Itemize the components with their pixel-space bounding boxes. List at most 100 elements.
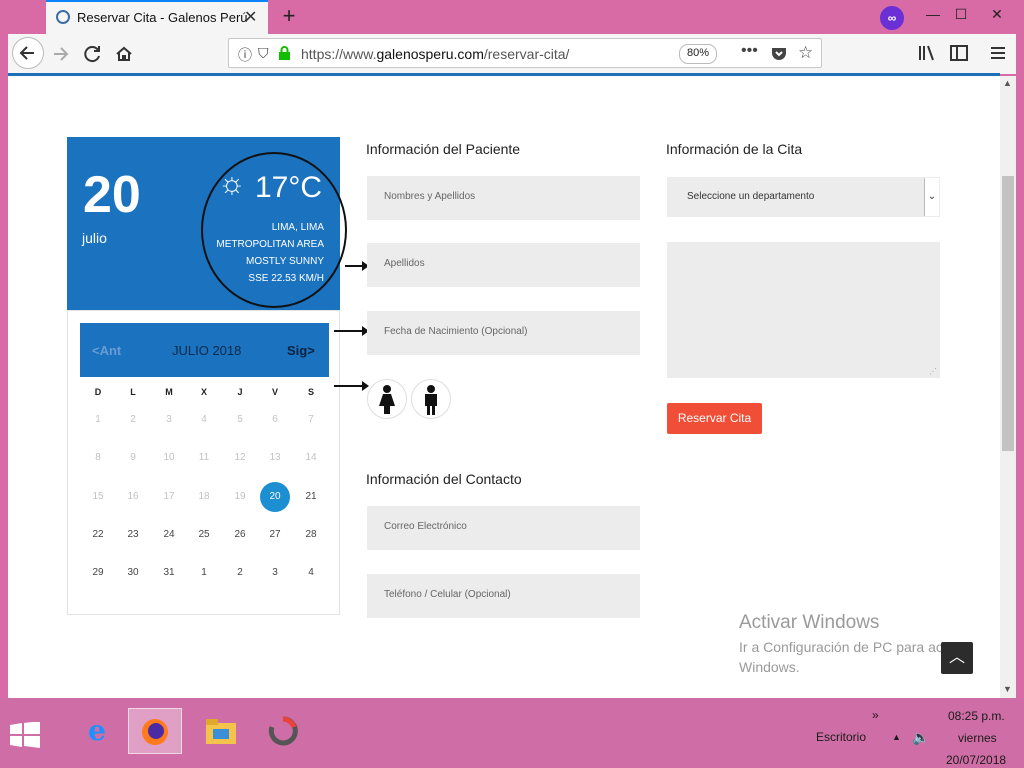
info-icon[interactable]: ⓘ <box>238 45 252 65</box>
menu-icon[interactable] <box>990 45 1006 66</box>
annotation-arrow <box>345 261 369 271</box>
app-icon[interactable] <box>256 708 310 754</box>
calendar-day-selected[interactable]: 20 <box>260 482 290 512</box>
chevron-down-icon[interactable]: ⌄ <box>924 178 939 216</box>
name-input[interactable]: Nombres y Apellidos <box>367 176 640 220</box>
calendar-day[interactable]: 11 <box>189 443 219 473</box>
scroll-to-top-button[interactable]: ︿ <box>941 642 973 674</box>
name-placeholder: Nombres y Apellidos <box>384 191 476 202</box>
calendar-day[interactable]: 19 <box>225 482 255 512</box>
phone-input[interactable]: Teléfono / Celular (Opcional) <box>367 574 640 618</box>
file-explorer-icon[interactable] <box>194 708 248 754</box>
calendar-day[interactable]: 14 <box>296 443 326 473</box>
calendar-day[interactable]: 18 <box>189 482 219 512</box>
tray-expand-icon[interactable]: » <box>872 708 879 722</box>
calendar-weekday: L <box>130 387 136 397</box>
message-textarea[interactable]: ⋰ <box>667 242 940 378</box>
pocket-icon[interactable] <box>771 45 787 66</box>
weather-day: 20 <box>83 166 141 224</box>
scroll-up-icon[interactable]: ▲ <box>1003 78 1012 88</box>
calendar-day[interactable]: 2 <box>118 405 148 435</box>
calendar-prev-button[interactable]: <Ant <box>92 343 121 358</box>
scrollbar-thumb[interactable] <box>1002 176 1014 451</box>
browser-tab[interactable]: Reservar Cita - Galenos Perú ✕ <box>46 0 268 34</box>
tray-chevron-icon[interactable]: ▲ <box>892 732 901 742</box>
calendar-month-label: JULIO 2018 <box>172 343 242 358</box>
department-select[interactable]: Seleccione un departamento ⌄ <box>667 177 940 217</box>
calendar-day[interactable]: 7 <box>296 405 326 435</box>
calendar-day[interactable]: 27 <box>260 520 290 550</box>
calendar-day[interactable]: 21 <box>296 482 326 512</box>
calendar-day[interactable]: 8 <box>83 443 113 473</box>
calendar-weekday: J <box>237 387 243 397</box>
sidebar-icon[interactable] <box>950 45 968 66</box>
zoom-indicator[interactable]: 80% <box>679 44 717 64</box>
more-icon[interactable]: ••• <box>741 42 758 60</box>
calendar-day[interactable]: 13 <box>260 443 290 473</box>
calendar-day[interactable]: 23 <box>118 520 148 550</box>
volume-icon[interactable]: 🔈 <box>912 729 929 746</box>
calendar-day[interactable]: 29 <box>83 558 113 588</box>
calendar-day[interactable]: 4 <box>189 405 219 435</box>
windows-start-icon[interactable] <box>10 721 40 753</box>
back-button[interactable] <box>12 37 44 69</box>
birthdate-input[interactable]: Fecha de Nacimiento (Opcional) <box>367 311 640 355</box>
page-scrollbar[interactable]: ▲ ▼ <box>1000 76 1016 698</box>
calendar-day[interactable]: 22 <box>83 520 113 550</box>
reload-button[interactable] <box>78 39 108 69</box>
maximize-button[interactable]: ☐ <box>946 3 976 27</box>
clock-date[interactable]: 20/07/2018 <box>946 753 1006 767</box>
calendar-day[interactable]: 1 <box>189 558 219 588</box>
calendar-next-button[interactable]: Sig> <box>287 343 315 358</box>
calendar-day[interactable]: 9 <box>118 443 148 473</box>
minimize-button[interactable]: — <box>918 3 948 27</box>
calendar-day[interactable]: 2 <box>225 558 255 588</box>
close-tab-icon[interactable]: ✕ <box>244 7 257 27</box>
forward-button[interactable] <box>46 39 76 69</box>
calendar-day[interactable]: 12 <box>225 443 255 473</box>
shield-icon[interactable]: ⛉ <box>258 45 269 62</box>
surname-input[interactable]: Apellidos <box>367 243 640 287</box>
male-button[interactable] <box>411 379 451 419</box>
calendar-day[interactable]: 3 <box>260 558 290 588</box>
department-select-value: Seleccione un departamento <box>687 191 815 202</box>
new-tab-button[interactable]: + <box>277 3 301 29</box>
clock-weekday[interactable]: viernes <box>958 731 997 745</box>
calendar-day[interactable]: 3 <box>154 405 184 435</box>
ie-icon[interactable]: e <box>70 708 124 754</box>
calendar-day[interactable]: 25 <box>189 520 219 550</box>
url-text: https://www.galenosperu.com/reservar-cit… <box>301 46 570 62</box>
reserve-button[interactable]: Reservar Cita <box>667 403 762 434</box>
firefox-icon[interactable] <box>128 708 182 754</box>
clock-time[interactable]: 08:25 p.m. <box>948 709 1005 723</box>
url-bar[interactable]: ⓘ ⛉ https://www.galenosperu.com/reservar… <box>228 38 822 68</box>
calendar-day[interactable]: 26 <box>225 520 255 550</box>
calendar-day[interactable]: 17 <box>154 482 184 512</box>
library-icon[interactable] <box>918 45 936 66</box>
female-icon <box>379 385 395 414</box>
close-window-button[interactable]: ✕ <box>982 3 1012 27</box>
scroll-down-icon[interactable]: ▼ <box>1003 684 1012 694</box>
calendar-day[interactable]: 6 <box>260 405 290 435</box>
calendar-day[interactable]: 16 <box>118 482 148 512</box>
calendar-day[interactable]: 28 <box>296 520 326 550</box>
calendar-day[interactable]: 15 <box>83 482 113 512</box>
resize-handle-icon[interactable]: ⋰ <box>929 367 937 376</box>
female-button[interactable] <box>367 379 407 419</box>
email-input[interactable]: Correo Electrónico <box>367 506 640 550</box>
calendar-day[interactable]: 31 <box>154 558 184 588</box>
home-button[interactable] <box>109 39 139 69</box>
calendar-day[interactable]: 24 <box>154 520 184 550</box>
calendar-day[interactable]: 5 <box>225 405 255 435</box>
calendar-day[interactable]: 30 <box>118 558 148 588</box>
surname-placeholder: Apellidos <box>384 258 425 269</box>
bookmark-star-icon[interactable]: ☆ <box>798 43 813 63</box>
email-placeholder: Correo Electrónico <box>384 521 467 532</box>
calendar-day[interactable]: 4 <box>296 558 326 588</box>
calendar-weekday: D <box>94 387 102 397</box>
private-browsing-icon: ∞ <box>880 6 904 30</box>
calendar-day[interactable]: 10 <box>154 443 184 473</box>
calendar-day[interactable]: 1 <box>83 405 113 435</box>
desktop-toolbar-label[interactable]: Escritorio <box>816 730 866 744</box>
weather-widget: 20 julio ☼ 17°C LIMA, LIMA METROPOLITAN … <box>67 137 347 310</box>
